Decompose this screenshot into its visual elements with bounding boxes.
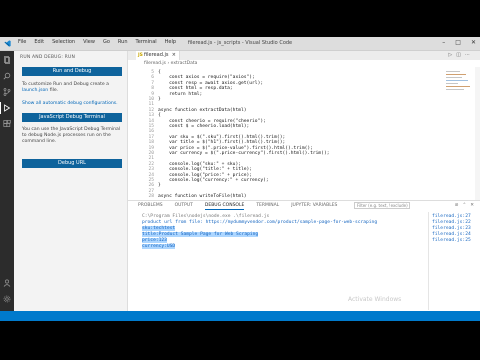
- console-line: price:123: [142, 238, 167, 243]
- activity-bar: [0, 51, 14, 311]
- console-line: C:\Program Files\nodejs\node.exe .\filer…: [142, 214, 270, 219]
- code-line: {: [158, 113, 161, 119]
- maximize-panel-icon[interactable]: ⌃: [462, 203, 466, 208]
- source-reference-link[interactable]: fileread.js:27: [432, 214, 471, 219]
- clear-console-icon[interactable]: ⊘: [455, 203, 459, 208]
- tab-fileread-js[interactable]: JS fileread.js ×: [136, 51, 180, 60]
- extensions-icon[interactable]: [3, 120, 11, 128]
- code-line: async function extractData(html): [158, 107, 247, 113]
- close-tab-icon[interactable]: ×: [172, 51, 176, 60]
- active-indicator: [0, 102, 1, 114]
- settings-gear-icon[interactable]: [3, 295, 11, 303]
- console-line: title:Product Sample Page for Web Scrapi…: [142, 232, 259, 237]
- tab-label: fileread.js: [144, 52, 169, 58]
- line-number: 9: [151, 91, 154, 97]
- line-number: 23: [148, 167, 154, 173]
- line-number: 8: [151, 86, 154, 92]
- line-number: 21: [148, 156, 154, 162]
- editor-scrollbar[interactable]: [475, 67, 480, 200]
- title-bar: File Edit Selection View Go Run Terminal…: [0, 37, 480, 51]
- tab-terminal[interactable]: TERMINAL: [256, 201, 279, 210]
- bottom-panel: PROBLEMS OUTPUT DEBUG CONSOLE TERMINAL J…: [128, 200, 480, 311]
- line-number: 11: [148, 102, 154, 108]
- code-line: }: [158, 97, 161, 102]
- customize-hint: To customize Run and Debug create a laun…: [22, 82, 124, 94]
- maximize-icon[interactable]: □: [455, 39, 461, 46]
- line-number: 16: [148, 129, 154, 135]
- code-line: const $ = cheerio.load(html);: [158, 124, 250, 129]
- run-and-debug-icon[interactable]: [3, 104, 11, 112]
- code-line: const axios = require("axios");: [158, 75, 255, 81]
- close-window-icon[interactable]: ✕: [471, 39, 476, 46]
- code-line: const cheerio = require("cheerio");: [158, 118, 266, 124]
- console-line: sku:techtest: [142, 226, 176, 231]
- source-reference-link[interactable]: fileread.js:24: [432, 232, 471, 237]
- tab-output[interactable]: OUTPUT: [175, 201, 193, 210]
- search-icon[interactable]: [3, 72, 11, 80]
- console-line: product url from file: https://mydummyve…: [142, 220, 378, 225]
- code-line: return html;: [158, 91, 203, 97]
- video-letterbox-bottom: [0, 321, 480, 360]
- line-number: 6: [151, 75, 154, 81]
- javascript-debug-terminal-button[interactable]: JavaScript Debug Terminal: [22, 113, 122, 122]
- customize-text-end: file.: [49, 88, 59, 93]
- panel-tabs: PROBLEMS OUTPUT DEBUG CONSOLE TERMINAL J…: [128, 201, 480, 210]
- terminal-hint: You can use the JavaScript Debug Termina…: [22, 127, 121, 144]
- vscode-window: File Edit Selection View Go Run Terminal…: [0, 37, 480, 321]
- video-letterbox-top: [0, 0, 480, 37]
- code-line: var title = $("h1").first().html().trim(…: [158, 140, 286, 146]
- line-number: 28: [148, 194, 154, 200]
- close-panel-icon[interactable]: ✕: [470, 203, 474, 208]
- window-title: fileread.js - js_scripts - Visual Studio…: [187, 40, 293, 46]
- editor-tab-bar: JS fileread.js × ▷◫⋯: [128, 51, 480, 60]
- line-number: 18: [148, 140, 154, 146]
- tab-debug-console[interactable]: DEBUG CONSOLE: [204, 201, 245, 210]
- breadcrumb[interactable]: fileread.js › extractData: [128, 60, 480, 67]
- more-actions-icon[interactable]: ⋯: [465, 52, 474, 58]
- run-and-debug-sidebar: RUN AND DEBUG: RUN Run and Debug To cust…: [14, 51, 128, 311]
- minimap[interactable]: [444, 69, 474, 109]
- source-reference-link[interactable]: fileread.js:23: [432, 226, 471, 231]
- activate-windows-watermark: Activate Windows: [348, 296, 402, 303]
- code-line: var price = $(".price-value").first().ht…: [158, 145, 313, 151]
- status-bar: [0, 311, 480, 321]
- show-all-configurations-link[interactable]: Show all automatic debug configurations.: [22, 101, 124, 107]
- account-icon[interactable]: [3, 279, 11, 287]
- explorer-icon[interactable]: [3, 56, 11, 64]
- debug-console-filter-input[interactable]: Filter (e.g. text, !exclude): [354, 202, 410, 209]
- split-editor-icon[interactable]: ◫: [456, 52, 465, 58]
- code-line: var currency = $(".price-currency").firs…: [158, 151, 330, 156]
- panel-actions: ⊘ ⌃ ✕: [455, 203, 474, 208]
- source-reference-link[interactable]: fileread.js:25: [432, 238, 471, 243]
- code-line: console.log("currency:" + currency);: [158, 178, 269, 183]
- code-line: }: [158, 183, 161, 189]
- line-number: 24: [148, 172, 154, 178]
- customize-text: To customize Run and Debug create a: [22, 82, 109, 87]
- code-editor[interactable]: 5{6 const axios = require("axios"); 7 con…: [128, 67, 480, 200]
- tab-problems[interactable]: PROBLEMS: [138, 201, 163, 210]
- code-line: console.log("title:" + title);: [158, 167, 253, 173]
- console-line: currency:USD: [142, 244, 176, 249]
- line-number: 14: [148, 118, 154, 124]
- line-number: 26: [148, 183, 154, 189]
- line-number: 19: [148, 145, 154, 151]
- code-line: async function writeToFile(html): [158, 194, 247, 200]
- line-number: 13: [148, 113, 154, 119]
- editor-actions: ▷◫⋯: [448, 52, 474, 58]
- source-control-icon[interactable]: [3, 88, 11, 96]
- code-line: console.log("price:" + price);: [158, 172, 253, 178]
- run-and-debug-button[interactable]: Run and Debug: [22, 67, 122, 76]
- launch-json-link[interactable]: launch.json: [22, 88, 48, 93]
- tab-jupyter-variables[interactable]: JUPYTER: VARIABLES: [291, 201, 337, 210]
- source-reference-link[interactable]: fileread.js:22: [432, 220, 471, 225]
- js-file-icon: JS: [138, 53, 143, 58]
- source-references: fileread.js:27 fileread.js:22 fileread.js:…: [428, 212, 480, 310]
- window-controls: – □ ✕: [442, 39, 476, 46]
- sidebar-header: RUN AND DEBUG: RUN: [20, 55, 76, 60]
- debug-url-button[interactable]: Debug URL: [22, 159, 122, 168]
- minimize-icon[interactable]: –: [442, 39, 445, 46]
- code-line: const html = resp.data;: [158, 86, 233, 92]
